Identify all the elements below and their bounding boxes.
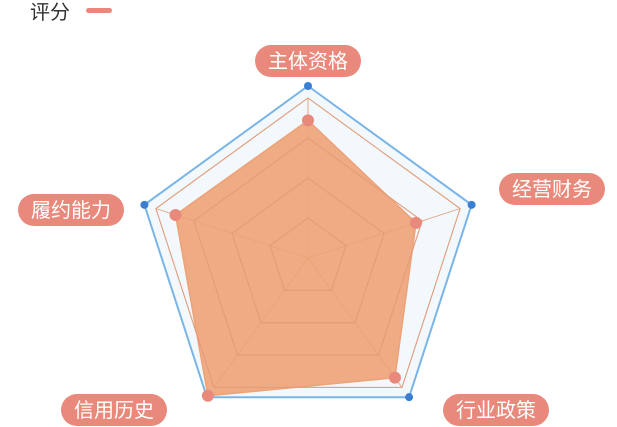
outer-series-point-2[interactable] [405, 393, 414, 402]
axis-label-4: 履约能力 [18, 194, 124, 226]
legend[interactable]: 评分 [30, 0, 112, 24]
axis-label-1: 经营财务 [499, 173, 605, 205]
legend-swatch [86, 8, 112, 13]
axis-label-3: 信用历史 [61, 394, 167, 426]
radar-chart-stage: 评分 主体资格 经营财务 行业政策 信用历史 履约能力 [0, 0, 617, 427]
axis-label-text: 主体资格 [268, 49, 348, 73]
score-point-4[interactable] [169, 208, 182, 221]
axis-label-text: 行业政策 [456, 398, 536, 422]
outer-series-point-0[interactable] [304, 82, 312, 90]
radar-chart: 评分 主体资格 经营财务 行业政策 信用历史 履约能力 [18, 0, 605, 426]
axis-label-text: 信用历史 [74, 398, 154, 422]
axis-label-text: 履约能力 [31, 198, 111, 222]
score-point-2[interactable] [388, 371, 401, 384]
axis-label-text: 经营财务 [512, 177, 592, 201]
outer-series-point-1[interactable] [467, 200, 476, 209]
score-point-0[interactable] [302, 114, 314, 127]
score-point-1[interactable] [409, 216, 422, 229]
axis-label-2: 行业政策 [443, 394, 549, 426]
outer-series-point-4[interactable] [140, 200, 149, 209]
axis-label-0: 主体资格 [255, 45, 361, 77]
score-point-3[interactable] [201, 389, 214, 402]
legend-label: 评分 [30, 0, 70, 24]
